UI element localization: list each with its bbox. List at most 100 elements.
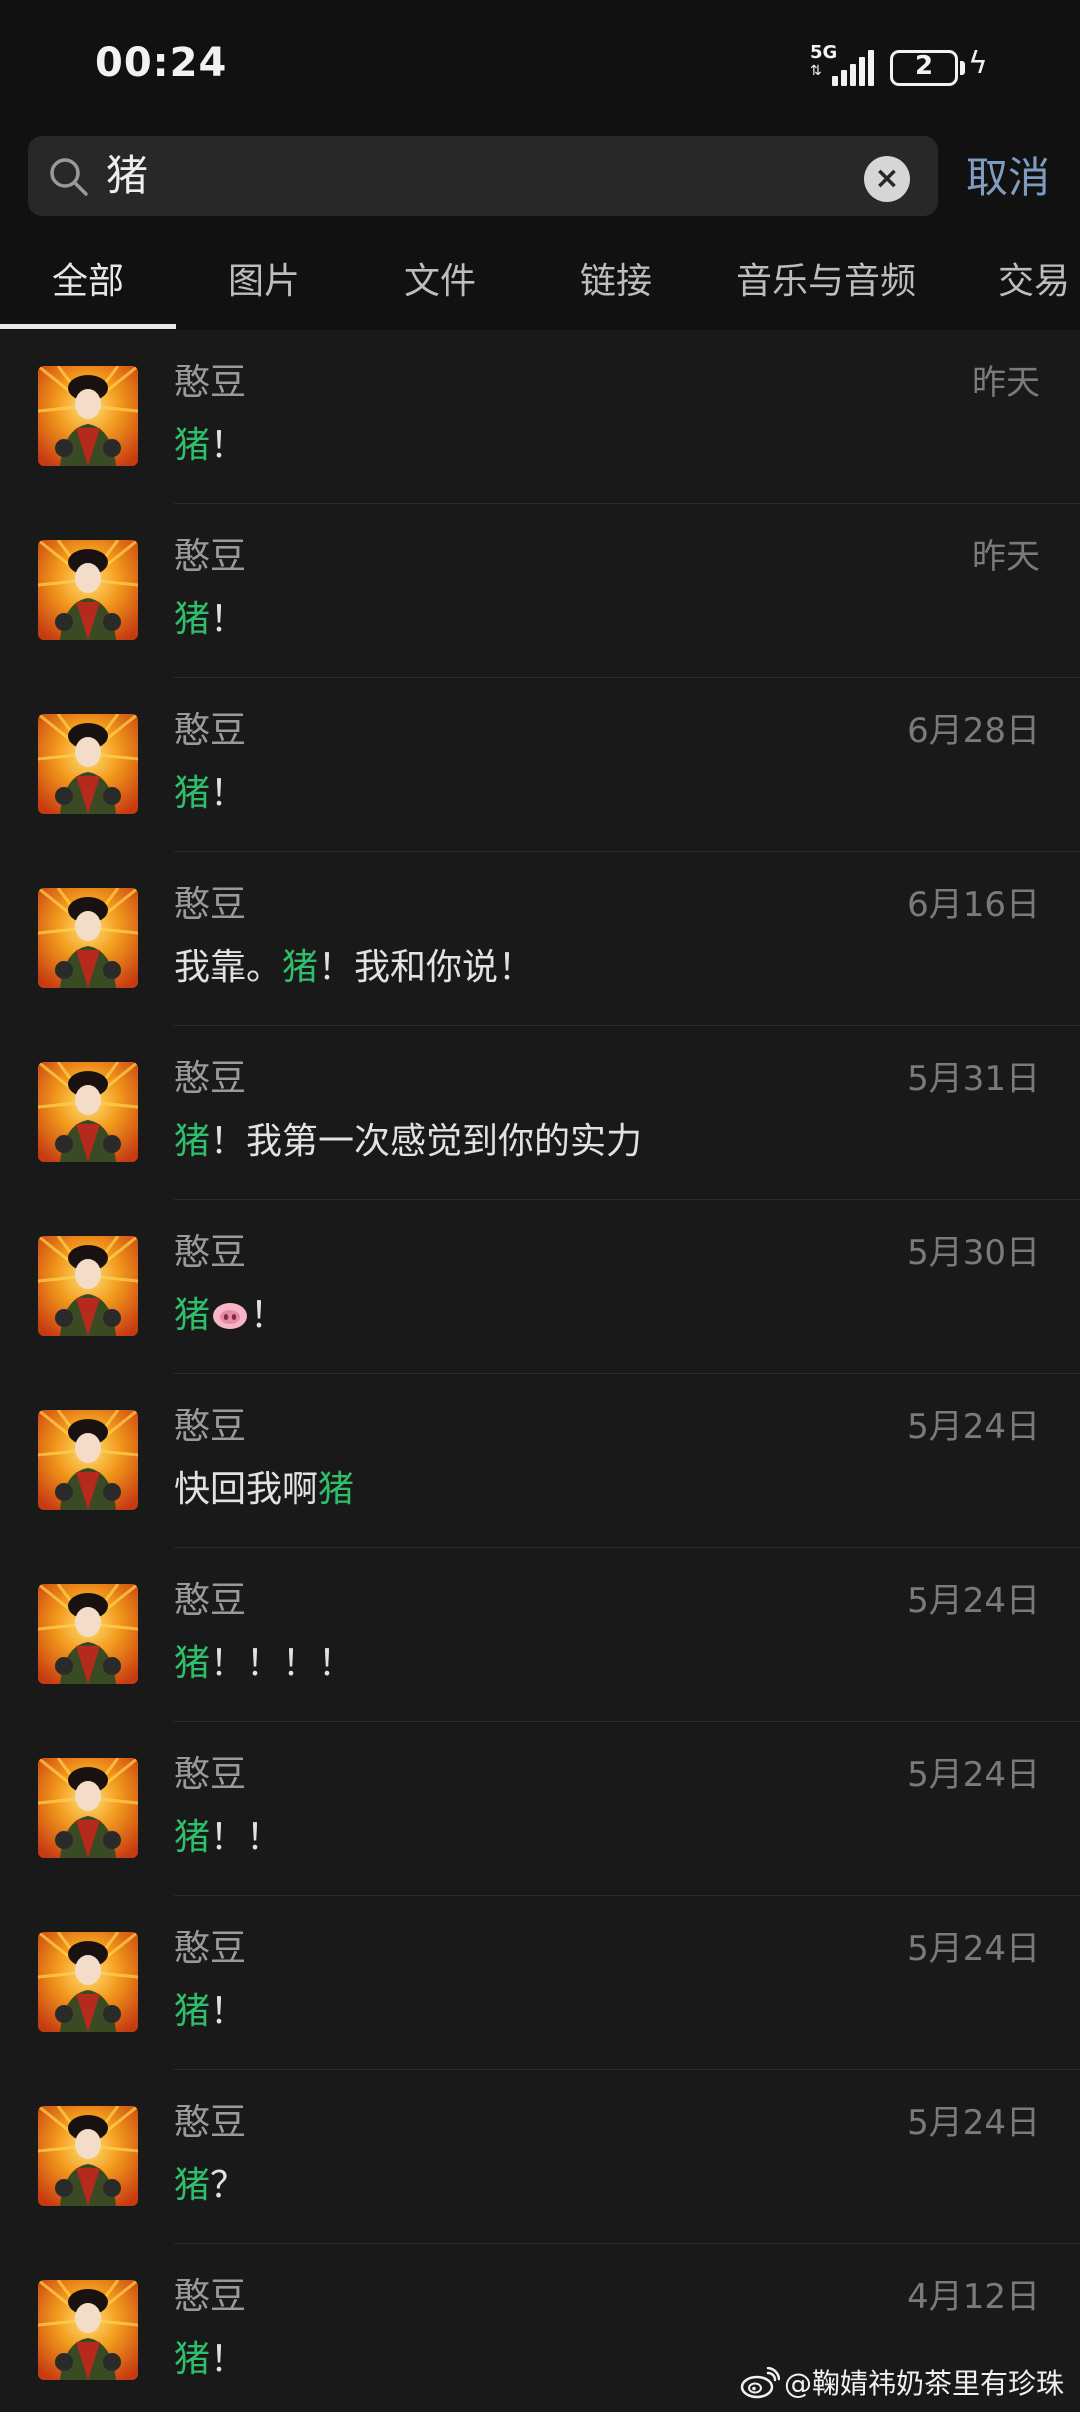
cancel-button[interactable]: 取消 — [966, 150, 1050, 206]
highlighted-keyword: 猪 — [282, 947, 319, 988]
search-query-text: 猪 — [106, 151, 149, 200]
highlighted-keyword: 猪 — [174, 599, 211, 640]
watermark-text: @鞠婧祎奶茶里有珍珠 — [784, 2367, 1065, 2400]
tab-music-audio[interactable]: 音乐与音频 — [704, 260, 948, 304]
tab-all[interactable]: 全部 — [0, 260, 176, 304]
message-snippet: 猪！ — [174, 1988, 246, 2036]
tab-transactions[interactable]: 交易 — [960, 260, 1080, 304]
tab-files[interactable]: 文件 — [352, 260, 528, 304]
avatar — [38, 1932, 138, 2032]
lightning-icon: ϟ — [968, 46, 988, 81]
message-text: ！ — [250, 1295, 287, 1336]
search-result-row[interactable]: 憨豆 6月16日我靠。猪！我和你说！ — [0, 852, 1080, 1026]
search-result-row[interactable]: 憨豆 5月31日猪！我第一次感觉到你的实力 — [0, 1026, 1080, 1200]
message-snippet: 快回我啊猪 — [174, 1466, 354, 1514]
close-circle-icon[interactable]: × — [864, 156, 910, 202]
message-date: 5月31日 — [907, 1059, 1040, 1099]
message-snippet: 猪！ — [174, 422, 246, 470]
search-result-row[interactable]: 憨豆 昨天猪！ — [0, 504, 1080, 678]
search-result-row[interactable]: 憨豆 5月24日 猪！！！！ — [0, 1548, 1080, 1722]
contact-name: 憨豆 — [174, 1058, 247, 1099]
message-date: 4月12日 — [907, 2277, 1040, 2317]
message-snippet: 猪！！ — [174, 1814, 282, 1862]
search-result-row[interactable]: 憨豆 5月30日猪 ！ — [0, 1200, 1080, 1374]
message-date: 昨天 — [972, 537, 1040, 577]
status-time: 00:24 — [95, 40, 228, 86]
message-text: ！！！！ — [210, 1643, 355, 1684]
highlighted-keyword: 猪 — [174, 2165, 211, 2206]
avatar — [38, 2280, 138, 2380]
watermark: @鞠婧祎奶茶里有珍珠 — [740, 2364, 1064, 2404]
avatar — [38, 888, 138, 988]
highlighted-keyword: 猪 — [174, 1295, 211, 1336]
search-result-row[interactable]: 憨豆 5月24日快回我啊猪 — [0, 1374, 1080, 1548]
contact-name: 憨豆 — [174, 2276, 247, 2317]
message-date: 6月28日 — [907, 711, 1040, 751]
avatar — [38, 366, 138, 466]
message-date: 5月24日 — [907, 1755, 1040, 1795]
message-text: ！我和你说！ — [318, 947, 535, 988]
message-snippet: 猪？ — [174, 2162, 246, 2210]
message-snippet: 我靠。猪！我和你说！ — [174, 944, 534, 992]
tab-images[interactable]: 图片 — [176, 260, 352, 304]
contact-name: 憨豆 — [174, 1406, 247, 1447]
avatar — [38, 1584, 138, 1684]
avatar — [38, 540, 138, 640]
message-snippet: 猪 ！ — [174, 1292, 286, 1340]
message-text: ！ — [210, 773, 247, 814]
search-row: 猪 × 取消 — [0, 130, 1080, 230]
highlighted-keyword: 猪 — [174, 1817, 211, 1858]
highlighted-keyword: 猪 — [174, 425, 211, 466]
message-snippet: 猪！！！！ — [174, 1640, 354, 1688]
message-text: ！ — [210, 599, 247, 640]
weibo-logo-icon — [740, 2367, 780, 2399]
battery-level: 2 — [914, 51, 934, 81]
highlighted-keyword: 猪 — [174, 2339, 211, 2380]
avatar — [38, 1236, 138, 1336]
contact-name: 憨豆 — [174, 1754, 247, 1795]
message-date: 昨天 — [972, 363, 1040, 403]
avatar — [38, 714, 138, 814]
contact-name: 憨豆 — [174, 362, 247, 403]
message-text: ！！ — [210, 1817, 283, 1858]
message-date: 5月24日 — [907, 1581, 1040, 1621]
search-result-row[interactable]: 憨豆 5月24日猪！！ — [0, 1722, 1080, 1896]
message-text: 快回我啊 — [174, 1469, 319, 1510]
message-date: 6月16日 — [907, 885, 1040, 925]
search-result-row[interactable]: 憨豆 昨天猪！ — [0, 330, 1080, 504]
highlighted-keyword: 猪 — [174, 1643, 211, 1684]
message-text: ？ — [210, 2165, 247, 2206]
message-snippet: 猪！ — [174, 2336, 246, 2384]
message-text: ！我第一次感觉到你的实力 — [210, 1121, 643, 1162]
pig-face-icon — [212, 1295, 248, 1329]
message-date: 5月24日 — [907, 1929, 1040, 1969]
message-text: ！ — [210, 425, 247, 466]
avatar — [38, 1410, 138, 1510]
battery-icon: 2 — [890, 50, 958, 86]
search-result-row[interactable]: 憨豆 6月28日 猪！ — [0, 678, 1080, 852]
avatar — [38, 1758, 138, 1858]
message-date: 5月30日 — [907, 1233, 1040, 1273]
message-date: 5月24日 — [907, 1407, 1040, 1447]
message-date: 5月24日 — [907, 2103, 1040, 2143]
highlighted-keyword: 猪 — [174, 1991, 211, 2032]
tab-links[interactable]: 链接 — [528, 260, 704, 304]
search-input[interactable]: 猪 × — [28, 136, 938, 216]
search-result-row[interactable]: 憨豆 5月24日 猪！ — [0, 1896, 1080, 2070]
message-text: ！ — [210, 1991, 247, 2032]
message-snippet: 猪！我第一次感觉到你的实力 — [174, 1118, 642, 1166]
cellular-signal-icon: 5G ⇅ — [810, 44, 876, 86]
highlighted-keyword: 猪 — [174, 1121, 211, 1162]
message-snippet: 猪！ — [174, 770, 246, 818]
search-icon — [50, 158, 88, 196]
search-result-row[interactable]: 憨豆 5月24日 猪？ — [0, 2070, 1080, 2244]
avatar — [38, 2106, 138, 2206]
contact-name: 憨豆 — [174, 536, 247, 577]
avatar — [38, 1062, 138, 1162]
data-arrows-icon: ⇅ — [810, 63, 822, 79]
message-snippet: 猪！ — [174, 596, 246, 644]
contact-name: 憨豆 — [174, 884, 247, 925]
message-text: ！ — [210, 2339, 247, 2380]
search-results-list: 憨豆 昨天 猪！ 憨豆 昨天 猪！ 憨豆 6月28日 猪！ 憨豆 6月16日 我… — [0, 330, 1080, 2412]
message-text: 我靠。 — [174, 947, 283, 988]
